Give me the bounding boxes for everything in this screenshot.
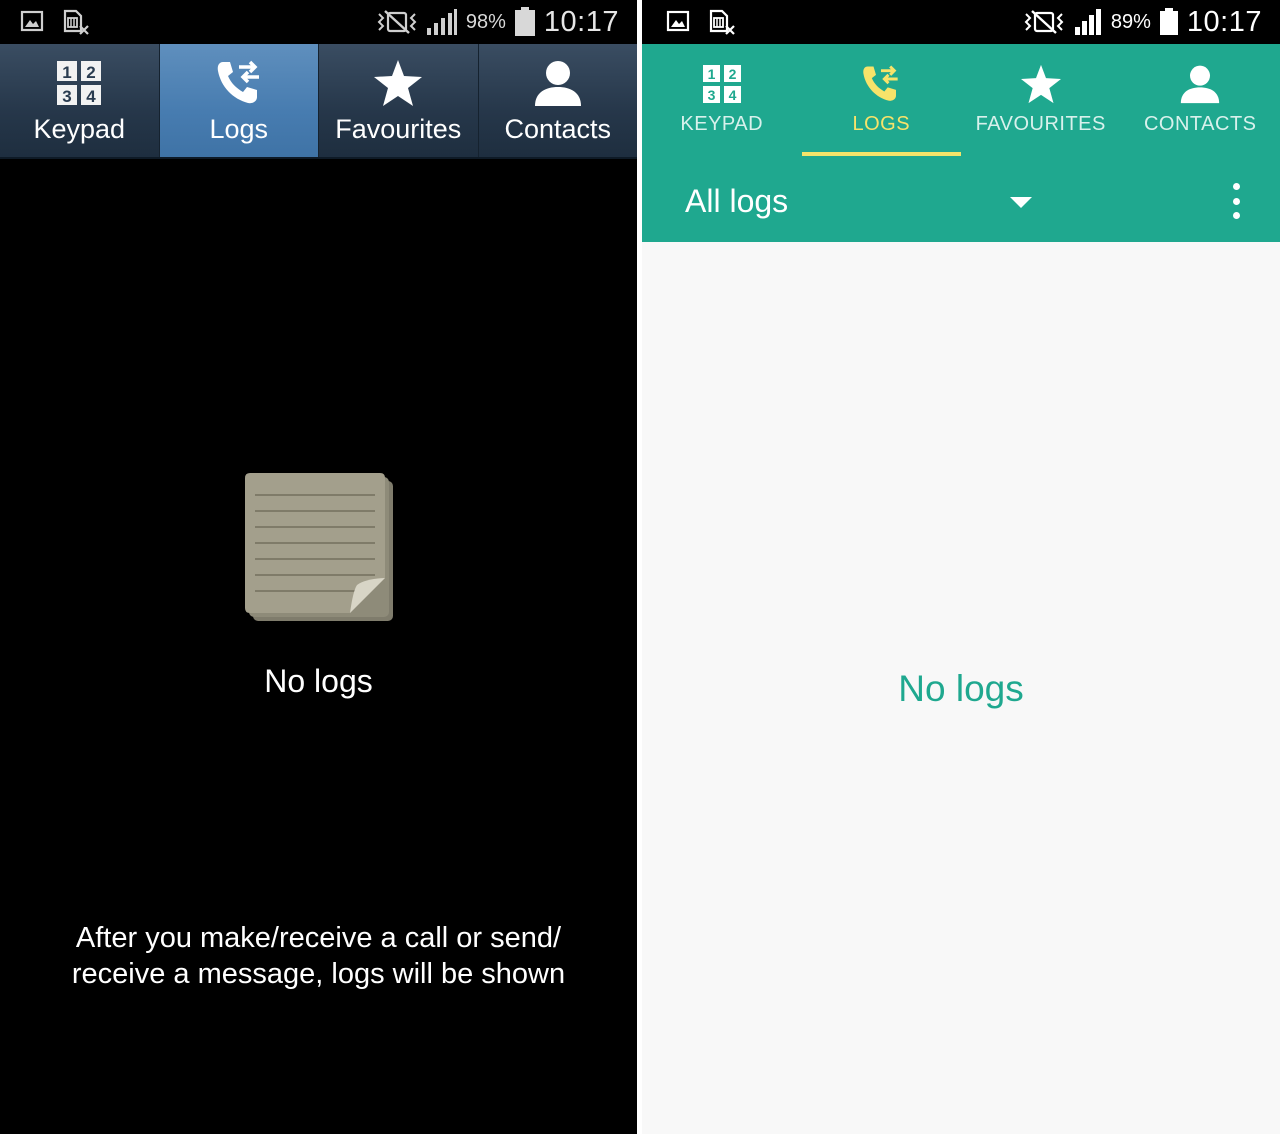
tab-label: FAVOURITES <box>975 113 1106 135</box>
tab-favourites[interactable]: Favourites <box>319 44 479 157</box>
right-screen: 89% 10:17 1 2 3 4 KEYPAD LOGS FAVOURITES… <box>642 0 1280 1134</box>
svg-text:4: 4 <box>728 87 736 103</box>
tab-bar: 1 2 3 4 KEYPAD LOGS FAVOURITES CONTACTS <box>642 44 1280 157</box>
svg-text:1: 1 <box>63 63 72 82</box>
battery-icon <box>1159 8 1179 36</box>
svg-text:2: 2 <box>87 63 96 82</box>
call-logs-icon <box>861 62 901 106</box>
sim-card-missing-icon <box>708 9 736 35</box>
tab-contacts[interactable]: Contacts <box>479 44 638 157</box>
dropdown-arrow-icon[interactable] <box>1010 197 1032 208</box>
tab-label: Keypad <box>33 114 126 144</box>
vibrate-mode-icon <box>1023 9 1065 35</box>
clock: 10:17 <box>1186 5 1262 38</box>
left-screen: 98% 10:17 1 2 3 4 Keypad Logs Favourites… <box>0 0 637 1134</box>
sim-card-missing-icon <box>62 9 90 35</box>
empty-state-title: No logs <box>264 663 373 699</box>
keypad-icon: 1 2 3 4 <box>56 58 102 108</box>
status-bar: 98% 10:17 <box>0 0 637 44</box>
svg-text:1: 1 <box>707 66 715 82</box>
battery-percent: 89% <box>1110 10 1151 33</box>
signal-icon <box>1073 8 1103 36</box>
empty-state-title: No logs <box>898 668 1024 709</box>
svg-text:3: 3 <box>63 87 72 106</box>
app-header: 1 2 3 4 KEYPAD LOGS FAVOURITES CONTACTS … <box>642 44 1280 242</box>
contact-icon <box>1180 62 1220 106</box>
status-bar: 89% 10:17 <box>642 0 1280 44</box>
tab-label: CONTACTS <box>1143 113 1257 135</box>
tab-logs[interactable]: LOGS <box>802 44 962 157</box>
empty-state-hint: After you make/receive a call or send/ r… <box>0 920 637 992</box>
contact-icon <box>534 58 582 108</box>
tab-label: Contacts <box>504 114 612 144</box>
battery-percent: 98% <box>465 10 506 33</box>
svg-text:3: 3 <box>707 87 715 103</box>
active-tab-indicator <box>802 152 961 156</box>
tab-label: Favourites <box>335 114 462 144</box>
clock: 10:17 <box>543 5 619 38</box>
hint-line-2: receive a message, logs will be shown <box>71 958 566 990</box>
image-icon <box>20 9 44 35</box>
more-options-icon[interactable] <box>1224 181 1248 221</box>
call-logs-icon <box>215 58 263 108</box>
signal-icon <box>426 8 458 36</box>
battery-icon <box>514 7 536 37</box>
tab-bar: 1 2 3 4 Keypad Logs Favourites Contacts <box>0 44 637 159</box>
tab-favourites[interactable]: FAVOURITES <box>961 44 1121 157</box>
svg-text:4: 4 <box>87 87 97 106</box>
image-icon <box>666 9 690 35</box>
tab-logs[interactable]: Logs <box>159 44 319 157</box>
svg-text:2: 2 <box>728 66 736 82</box>
tab-keypad[interactable]: 1 2 3 4 KEYPAD <box>642 44 802 157</box>
tab-contacts[interactable]: CONTACTS <box>1121 44 1280 157</box>
keypad-icon: 1 2 3 4 <box>702 62 742 106</box>
hint-line-1: After you make/receive a call or send/ <box>75 922 562 954</box>
star-icon <box>373 58 423 108</box>
tab-label: Logs <box>209 114 269 144</box>
log-filter-dropdown[interactable]: All logs <box>685 183 788 220</box>
star-icon <box>1020 62 1062 106</box>
tab-label: LOGS <box>852 113 911 135</box>
log-filter-row: All logs <box>642 157 1280 242</box>
tab-keypad[interactable]: 1 2 3 4 Keypad <box>0 44 160 157</box>
vibrate-mode-icon <box>376 9 418 35</box>
tab-label: KEYPAD <box>680 113 764 135</box>
notepad-icon <box>245 473 395 623</box>
